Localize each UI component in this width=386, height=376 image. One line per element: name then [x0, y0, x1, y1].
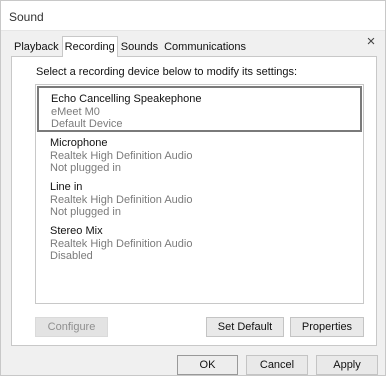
device-driver: eMeet M0 [51, 105, 100, 118]
recording-panel: Select a recording device below to modif… [11, 56, 377, 346]
apply-button[interactable]: Apply [316, 355, 378, 375]
device-item-line-in[interactable]: Line in Realtek High Definition Audio No… [37, 181, 362, 223]
device-driver: Realtek High Definition Audio [50, 237, 193, 250]
device-name: Microphone [50, 137, 108, 149]
device-status: Default Device [51, 118, 123, 130]
tab-playback[interactable]: Playback [11, 36, 62, 56]
device-status: Disabled [50, 250, 93, 262]
device-driver: Realtek High Definition Audio [50, 149, 193, 162]
configure-button[interactable]: Configure [35, 317, 108, 337]
tab-communications[interactable]: Communications [161, 36, 249, 56]
cancel-button[interactable]: Cancel [246, 355, 308, 375]
device-item-echo-cancelling[interactable]: Echo Cancelling Speakephone eMeet M0 Def… [37, 86, 362, 132]
sound-dialog: Sound × Playback Recording Sounds Commun… [0, 0, 386, 376]
title-bar: Sound [1, 1, 385, 31]
device-status: Not plugged in [50, 162, 121, 174]
device-name: Stereo Mix [50, 225, 103, 237]
device-list[interactable]: Echo Cancelling Speakephone eMeet M0 Def… [35, 84, 364, 304]
tab-strip: Playback Recording Sounds Communications [11, 36, 249, 57]
window-title: Sound [9, 10, 44, 24]
tab-sounds[interactable]: Sounds [118, 36, 161, 56]
device-name: Line in [50, 181, 83, 193]
instruction-text: Select a recording device below to modif… [36, 66, 298, 78]
device-status: Not plugged in [50, 206, 121, 218]
properties-button[interactable]: Properties [290, 317, 364, 337]
device-driver: Realtek High Definition Audio [50, 193, 193, 206]
ok-button[interactable]: OK [177, 355, 238, 375]
tab-recording[interactable]: Recording [61, 36, 118, 57]
device-item-microphone[interactable]: Microphone Realtek High Definition Audio… [37, 137, 362, 179]
device-name: Echo Cancelling Speakephone [51, 93, 202, 105]
device-item-stereo-mix[interactable]: Stereo Mix Realtek High Definition Audio… [37, 225, 362, 267]
set-default-button[interactable]: Set Default [206, 317, 284, 337]
close-icon[interactable]: × [364, 34, 378, 49]
